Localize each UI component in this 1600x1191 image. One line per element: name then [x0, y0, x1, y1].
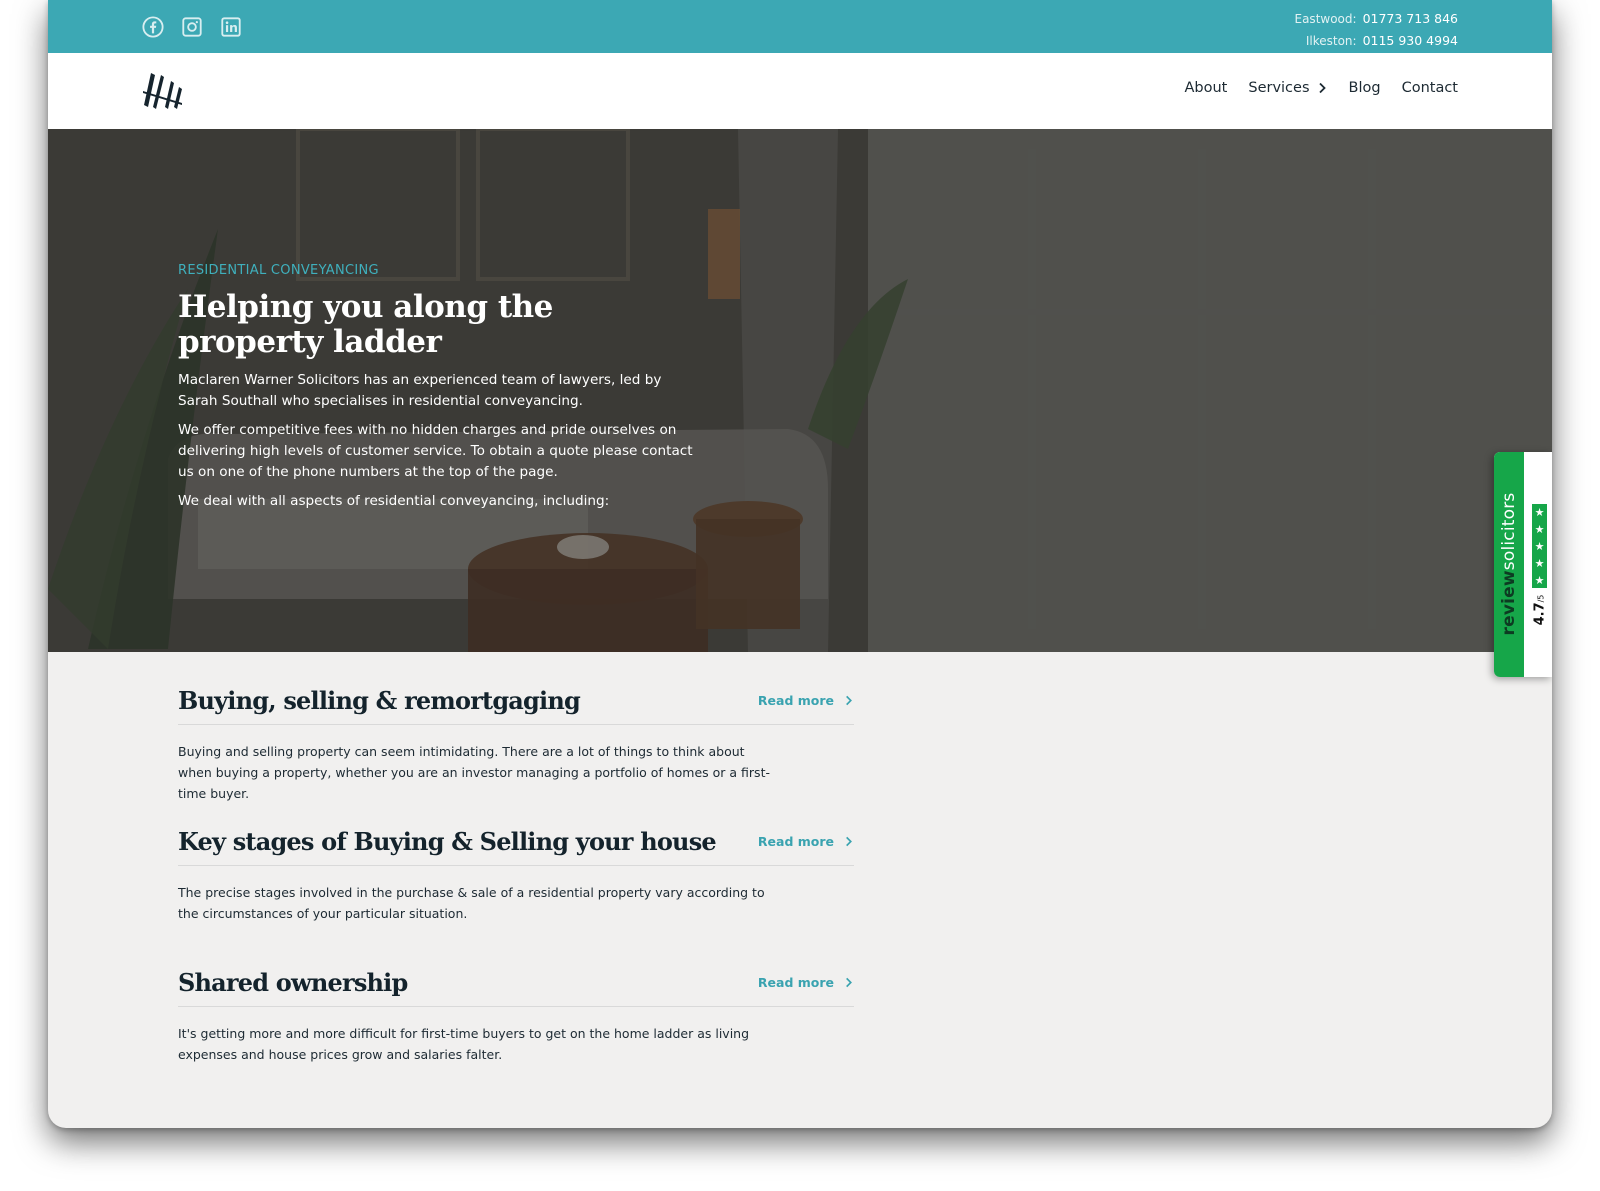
- phone-ilkeston[interactable]: Ilkeston: 0115 930 4994: [1295, 30, 1458, 52]
- nav-item-contact[interactable]: Contact: [1402, 80, 1458, 96]
- nav-item-about[interactable]: About: [1184, 80, 1227, 96]
- section-title: Key stages of Buying & Selling your hous…: [178, 826, 717, 856]
- section-header: Shared ownership Read more: [178, 958, 854, 1007]
- read-more-link[interactable]: Read more: [758, 834, 854, 849]
- section-buying-selling: Buying, selling & remortgaging Read more…: [178, 676, 854, 804]
- top-bar: Eastwood: 01773 713 846 Ilkeston: 0115 930…: [48, 0, 1552, 53]
- hero-eyebrow: RESIDENTIAL CONVEYANCING: [178, 263, 379, 278]
- read-more-link[interactable]: Read more: [758, 693, 854, 708]
- chevron-right-icon: [846, 977, 852, 987]
- hero-paragraph-1: Maclaren Warner Solicitors has an experi…: [178, 372, 662, 409]
- nav-item-blog[interactable]: Blog: [1349, 80, 1381, 96]
- section-header: Buying, selling & remortgaging Read more: [178, 676, 854, 725]
- company-logo[interactable]: [142, 69, 184, 113]
- instagram-icon[interactable]: [181, 16, 203, 38]
- nav-item-services-label: Services: [1248, 80, 1310, 96]
- chevron-right-icon: [1318, 82, 1326, 94]
- phone-eastwood[interactable]: Eastwood: 01773 713 846: [1295, 8, 1459, 30]
- chevron-right-icon: [846, 695, 852, 705]
- nav-item-services[interactable]: Services: [1248, 80, 1327, 96]
- hero-banner: RESIDENTIAL CONVEYANCING Helping you alo…: [48, 129, 1552, 652]
- section-body: Buying and selling property can seem int…: [178, 744, 770, 801]
- hero-paragraph-2: We offer competitive fees with no hidden…: [178, 422, 693, 480]
- hero-paragraph-3: We deal with all aspects of residential …: [178, 493, 610, 509]
- hero-title: Helping you along the property ladder: [178, 289, 553, 360]
- main-navbar: About Services Blog Contact: [48, 53, 1552, 130]
- review-solicitors-widget[interactable]: reviewsolicitors ★ ★ ★ ★ ★ 4.7/5: [1494, 452, 1552, 677]
- section-shared-ownership: Shared ownership Read more It's getting …: [178, 958, 854, 1065]
- section-header: Key stages of Buying & Selling your hous…: [178, 817, 854, 866]
- browser-window: Eastwood: 01773 713 846 Ilkeston: 0115 930…: [48, 0, 1552, 1128]
- review-widget-brand: reviewsolicitors: [1499, 492, 1519, 636]
- chevron-right-icon: [846, 836, 852, 846]
- phone-numbers: Eastwood: 01773 713 846 Ilkeston: 0115 930…: [1295, 8, 1459, 52]
- linkedin-icon[interactable]: [220, 16, 242, 38]
- section-title: Shared ownership: [178, 967, 408, 997]
- section-title: Buying, selling & remortgaging: [178, 685, 581, 715]
- read-more-link[interactable]: Read more: [758, 975, 854, 990]
- review-score: 4.7/5: [1532, 594, 1548, 626]
- section-body: It's getting more and more difficult for…: [178, 1026, 750, 1062]
- section-body: The precise stages involved in the purch…: [178, 885, 765, 921]
- facebook-icon[interactable]: [142, 16, 164, 38]
- star-rating-icon: ★ ★ ★ ★ ★: [1532, 504, 1547, 588]
- section-key-stages: Key stages of Buying & Selling your hous…: [178, 817, 854, 924]
- nav-menu: About Services Blog Contact: [1184, 80, 1458, 96]
- hero-content: RESIDENTIAL CONVEYANCING Helping you alo…: [178, 263, 698, 520]
